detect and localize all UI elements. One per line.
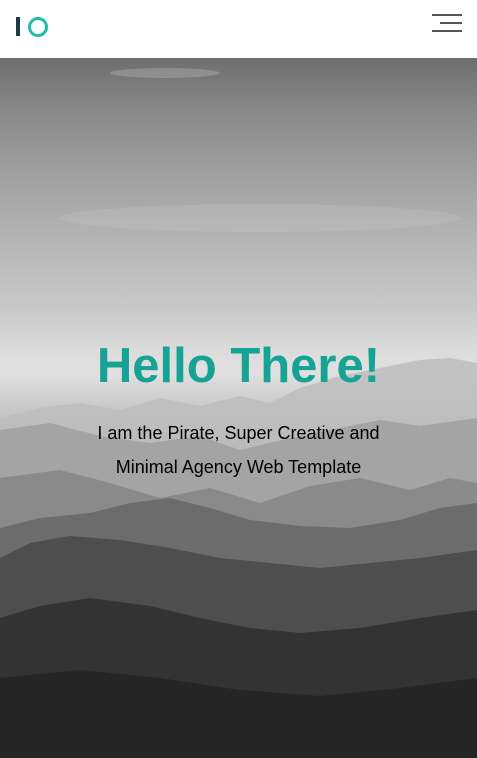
hero-subtitle-line-1: I am the Pirate, Super Creative and bbox=[97, 423, 380, 443]
menu-line bbox=[432, 14, 462, 16]
mountain-landscape-image bbox=[0, 68, 477, 758]
hero-subtitle: I am the Pirate, Super Creative and Mini… bbox=[0, 416, 477, 484]
hero-title: Hello There! bbox=[96, 339, 381, 393]
hero-subtitle-line-2: Minimal Agency Web Template bbox=[115, 457, 362, 477]
logo-icon[interactable] bbox=[16, 16, 50, 38]
site-header bbox=[0, 0, 477, 58]
menu-line bbox=[432, 30, 462, 32]
menu-line bbox=[440, 22, 462, 24]
logo-ring bbox=[28, 17, 48, 37]
hero-section: Hello There! I am the Pirate, Super Crea… bbox=[0, 58, 477, 758]
logo-bar bbox=[16, 17, 20, 36]
hamburger-menu-icon[interactable] bbox=[426, 12, 462, 34]
